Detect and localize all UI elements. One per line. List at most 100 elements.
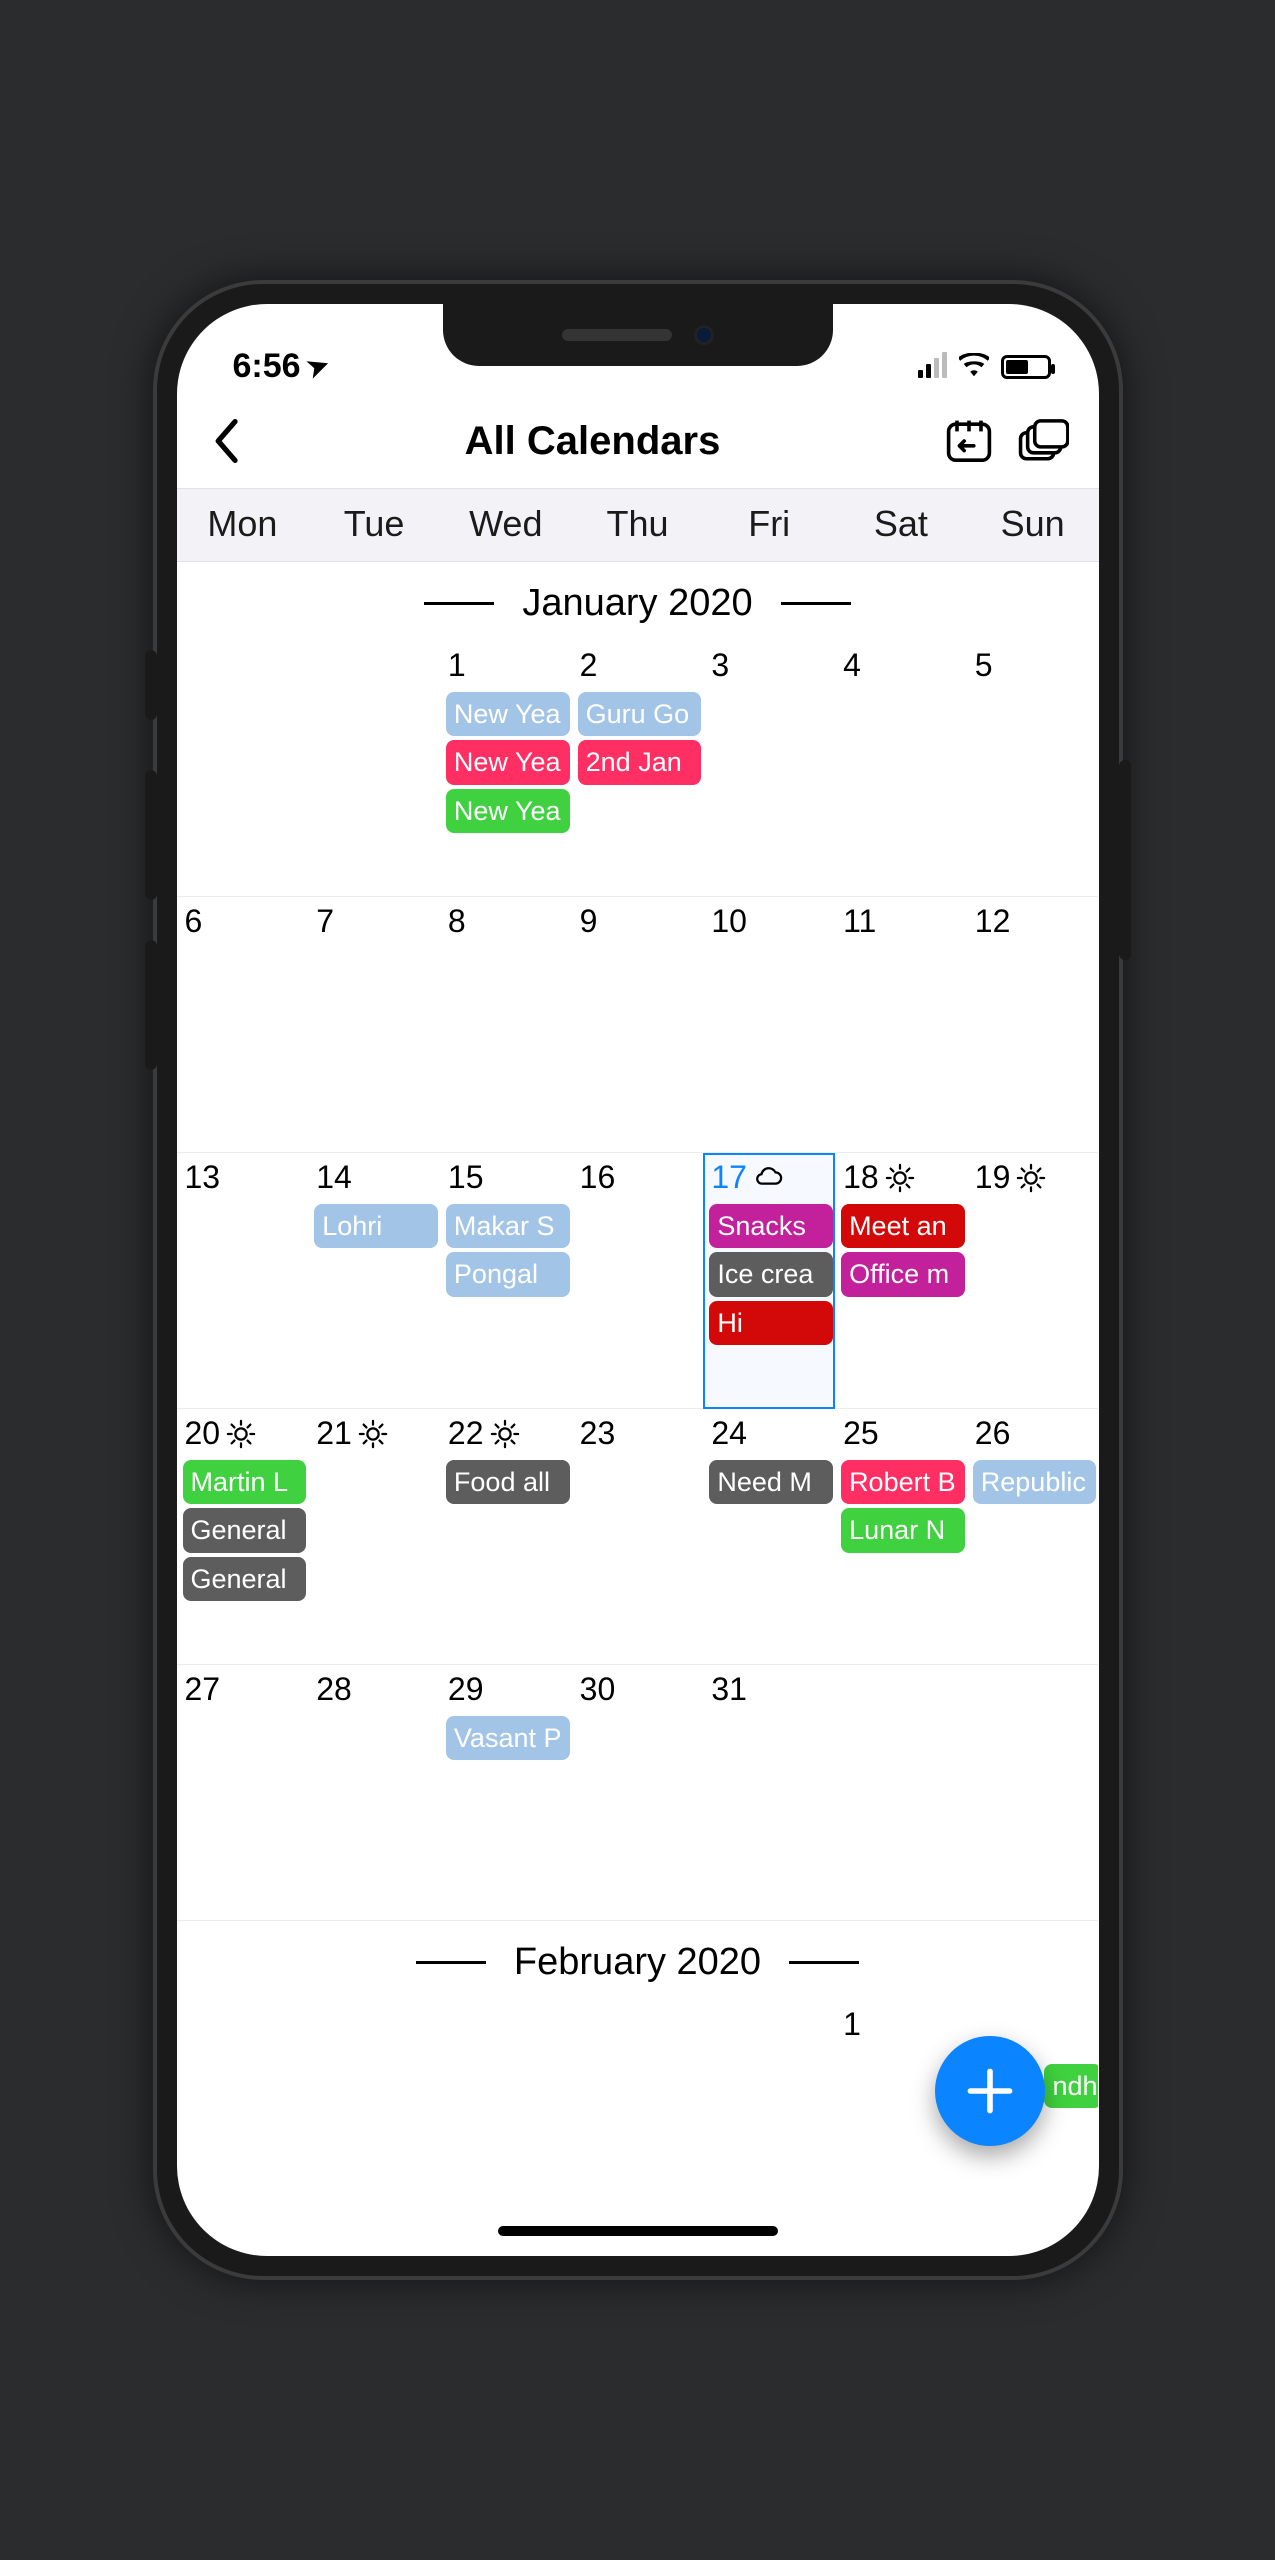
event-pill[interactable]: ndh <box>1044 2064 1098 2108</box>
day-number: 25 <box>841 1415 965 1452</box>
day-cell[interactable]: 29 Vasant P <box>440 1665 572 1921</box>
day-number: 23 <box>578 1415 702 1452</box>
day-cell[interactable] <box>177 641 309 897</box>
day-cell[interactable]: 27 <box>177 1665 309 1921</box>
event-pill[interactable]: Republic <box>973 1460 1097 1504</box>
day-cell[interactable]: 31 <box>703 1665 835 1921</box>
phone-frame: 6:56 ➤ All Calendars <box>153 280 1123 2280</box>
day-number: 7 <box>314 903 438 940</box>
day-cell[interactable]: 19 <box>967 1153 1099 1409</box>
event-pill[interactable]: General <box>183 1557 307 1601</box>
event-list: Republic <box>973 1460 1097 1504</box>
event-pill[interactable]: Snacks <box>709 1204 833 1248</box>
weekday-sun: Sun <box>967 489 1099 561</box>
divider <box>789 1961 859 1964</box>
day-cell[interactable]: 10 <box>703 897 835 1153</box>
sun-icon <box>885 1163 915 1193</box>
event-list: Lohri <box>314 1204 438 1248</box>
event-pill[interactable]: Need M <box>709 1460 833 1504</box>
event-pill[interactable]: New Yea <box>446 789 570 833</box>
mute-switch <box>145 650 157 720</box>
day-cell[interactable] <box>572 2000 704 2140</box>
cellular-signal-icon <box>918 356 947 378</box>
day-cell[interactable]: 13 <box>177 1153 309 1409</box>
back-button[interactable] <box>211 419 241 463</box>
day-cell[interactable]: 8 <box>440 897 572 1153</box>
day-cell[interactable]: 30 <box>572 1665 704 1921</box>
day-number: 22 <box>446 1415 570 1452</box>
month-label-text: January 2020 <box>522 582 752 625</box>
day-number: 2 <box>578 647 702 684</box>
day-number: 1 <box>446 647 570 684</box>
calendars-button[interactable] <box>1017 417 1069 465</box>
event-pill[interactable]: Lohri <box>314 1204 438 1248</box>
volume-up-button <box>145 770 157 900</box>
day-cell[interactable] <box>835 1665 967 1921</box>
event-pill[interactable]: Robert B <box>841 1460 965 1504</box>
sun-icon <box>358 1419 388 1449</box>
day-cell[interactable] <box>177 2000 309 2140</box>
day-cell[interactable]: 16 <box>572 1153 704 1409</box>
day-number: 24 <box>709 1415 833 1452</box>
event-pill[interactable]: Lunar N <box>841 1508 965 1552</box>
event-pill[interactable]: Pongal <box>446 1252 570 1296</box>
day-cell[interactable] <box>703 2000 835 2140</box>
event-pill[interactable]: New Yea <box>446 740 570 784</box>
day-number: 21 <box>314 1415 438 1452</box>
event-pill[interactable]: Hi <box>709 1301 833 1345</box>
day-cell[interactable]: 21 <box>308 1409 440 1665</box>
day-cell[interactable]: 22 Food all <box>440 1409 572 1665</box>
event-pill[interactable]: Office m <box>841 1252 965 1296</box>
day-number: 16 <box>578 1159 702 1196</box>
event-pill[interactable]: Guru Go <box>578 692 702 736</box>
day-cell[interactable] <box>440 2000 572 2140</box>
event-list: Vasant P <box>446 1716 570 1760</box>
day-cell[interactable]: 4 <box>835 641 967 897</box>
day-cell[interactable]: 1New YeaNew YeaNew Yea <box>440 641 572 897</box>
event-pill[interactable]: Makar S <box>446 1204 570 1248</box>
weekday-header: Mon Tue Wed Thu Fri Sat Sun <box>177 488 1099 562</box>
add-event-button[interactable] <box>935 2036 1045 2146</box>
day-number: 31 <box>709 1671 833 1708</box>
day-cell[interactable]: 15Makar SPongal <box>440 1153 572 1409</box>
day-cell[interactable]: 25 Robert BLunar N <box>835 1409 967 1665</box>
event-pill[interactable]: Meet an <box>841 1204 965 1248</box>
event-pill[interactable]: Martin L <box>183 1460 307 1504</box>
day-cell[interactable]: 6 <box>177 897 309 1153</box>
day-cell[interactable]: 20Martin LGeneralGeneral <box>177 1409 309 1665</box>
day-cell[interactable]: 3 <box>703 641 835 897</box>
event-pill[interactable]: Food all <box>446 1460 570 1504</box>
event-pill[interactable]: Vasant P <box>446 1716 570 1760</box>
home-indicator[interactable] <box>498 2226 778 2236</box>
event-list: Food all <box>446 1460 570 1504</box>
month-grid-january[interactable]: 1New YeaNew YeaNew Yea2Guru Go2nd Jan345… <box>177 641 1099 1921</box>
day-number: 29 <box>446 1671 570 1708</box>
go-to-date-button[interactable] <box>945 417 993 465</box>
day-cell[interactable]: 14Lohri <box>308 1153 440 1409</box>
day-cell[interactable]: 18Meet anOffice m <box>835 1153 967 1409</box>
day-cell[interactable]: 5 <box>967 641 1099 897</box>
day-cell[interactable]: 12 <box>967 897 1099 1153</box>
day-cell[interactable]: 28 <box>308 1665 440 1921</box>
day-cell[interactable]: 7 <box>308 897 440 1153</box>
day-cell[interactable]: 2 Guru Go2nd Jan <box>572 641 704 897</box>
event-pill[interactable]: General <box>183 1508 307 1552</box>
day-cell[interactable] <box>308 2000 440 2140</box>
day-cell[interactable]: 11 <box>835 897 967 1153</box>
day-cell[interactable]: 26Republic <box>967 1409 1099 1665</box>
day-cell[interactable]: 23 <box>572 1409 704 1665</box>
day-cell[interactable] <box>308 641 440 897</box>
event-pill[interactable]: New Yea <box>446 692 570 736</box>
event-pill[interactable]: Ice crea <box>709 1252 833 1296</box>
day-cell[interactable]: 9 <box>572 897 704 1153</box>
day-cell[interactable] <box>967 1665 1099 1921</box>
page-title: All Calendars <box>465 419 721 464</box>
day-number: 6 <box>183 903 307 940</box>
day-cell[interactable]: 24 Need M <box>703 1409 835 1665</box>
day-cell[interactable]: 17SnacksIce creaHi <box>703 1153 835 1409</box>
event-pill[interactable]: 2nd Jan <box>578 740 702 784</box>
wifi-icon <box>959 347 989 386</box>
weekday-wed: Wed <box>440 489 572 561</box>
event-list: Makar SPongal <box>446 1204 570 1297</box>
day-number: 30 <box>578 1671 702 1708</box>
